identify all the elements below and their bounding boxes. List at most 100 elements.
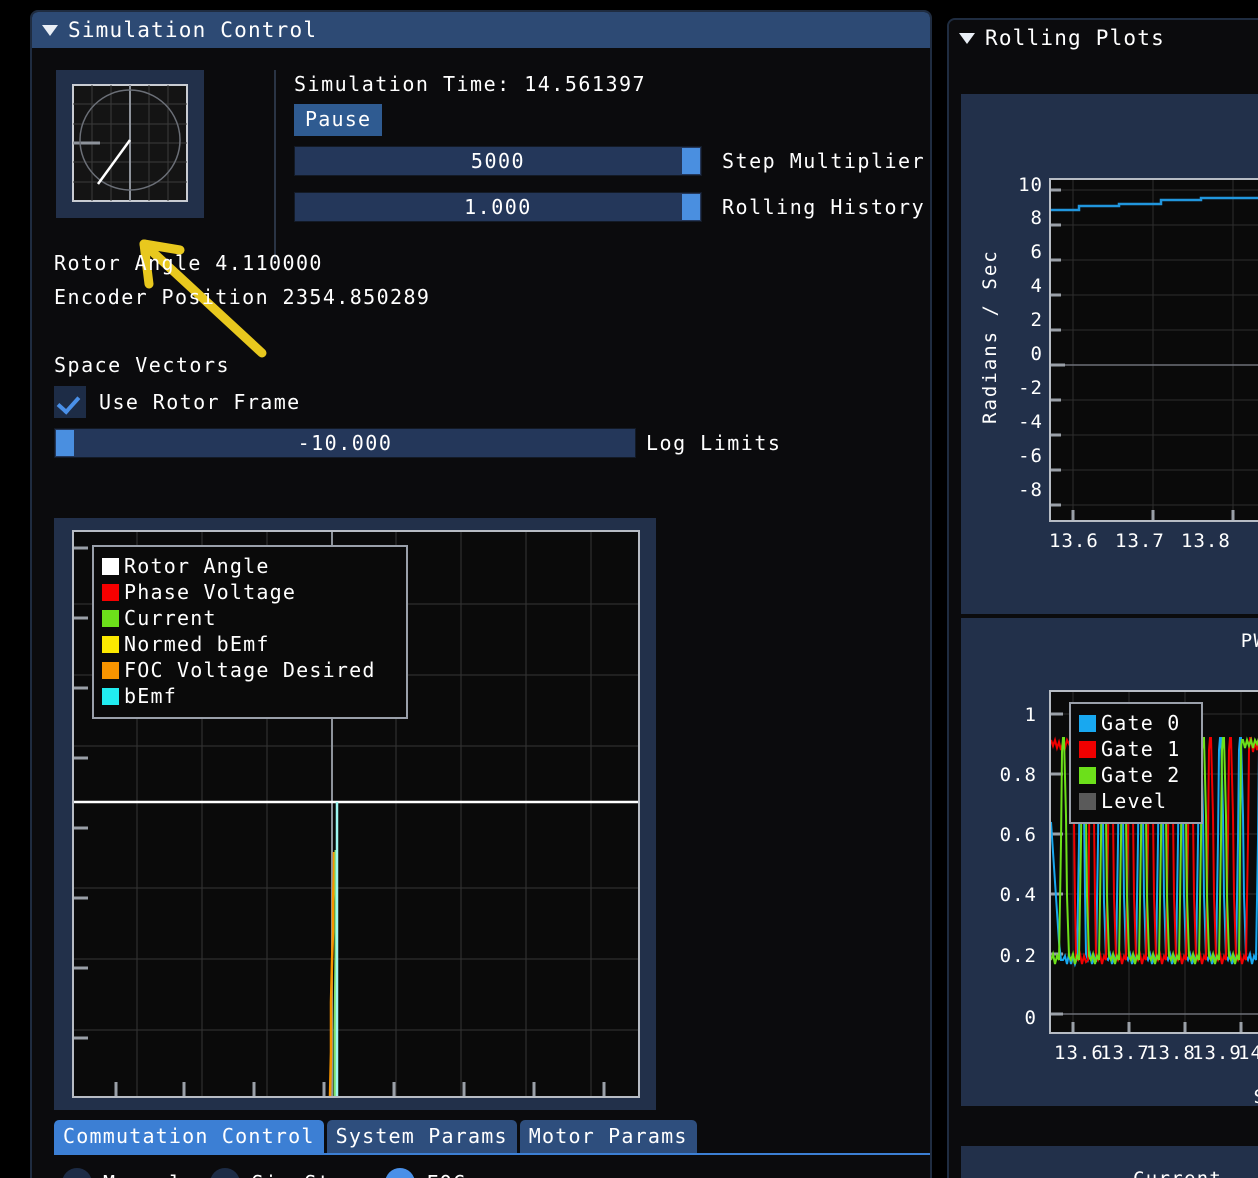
rolling-history-label: Rolling History: [722, 195, 926, 219]
radio-dot-manual[interactable]: [62, 1168, 92, 1178]
rolling-history-grip[interactable]: [682, 194, 700, 220]
speed-ytick: 6: [1030, 241, 1043, 263]
legend-swatch-gate-1: [1079, 740, 1096, 758]
legend-label-normed-bemf: Normed bEmf: [124, 632, 270, 656]
legend-item: Level: [1079, 788, 1191, 814]
pwm-ytick: 0.6: [999, 824, 1037, 846]
speed-ytick: -2: [1018, 377, 1043, 399]
legend-item: Rotor Angle: [102, 553, 396, 579]
pause-button[interactable]: Pause: [294, 104, 383, 136]
legend-label-current: Current: [124, 606, 217, 630]
legend-item: Gate 2: [1079, 762, 1191, 788]
speed-chart-plot[interactable]: [1049, 178, 1258, 522]
legend-label-level: Level: [1101, 789, 1168, 813]
speed-ytick: -8: [1018, 479, 1043, 501]
rolling-plots-body: Radians / Sec 10 8 6 4 2 0 -2 -4 -6 -8 1…: [949, 56, 1258, 1178]
simulation-control-body: Simulation Time: 14.561397 Pause 5000 St…: [32, 48, 930, 1178]
speed-chart-card: Radians / Sec 10 8 6 4 2 0 -2 -4 -6 -8 1…: [961, 94, 1258, 614]
legend-item: Gate 1: [1079, 736, 1191, 762]
legend-swatch-normed-bemf: [102, 635, 119, 653]
radio-manual[interactable]: Manual: [62, 1168, 182, 1178]
current-chart-card: Current: [961, 1146, 1258, 1178]
speed-ytick: -6: [1018, 445, 1043, 467]
speed-ytick: -4: [1018, 411, 1043, 433]
step-multiplier-label: Step Multiplier: [722, 149, 926, 173]
tab-motor-params[interactable]: Motor Params: [519, 1120, 697, 1153]
triangle-down-icon[interactable]: [959, 32, 975, 44]
radio-label-six-step: Six Step: [251, 1171, 357, 1178]
tabstrip-underline: [54, 1153, 930, 1155]
radio-label-manual: Manual: [103, 1171, 182, 1178]
pwm-ytick: 0.8: [999, 764, 1037, 786]
legend-label-foc-voltage-desired: FOC Voltage Desired: [124, 658, 376, 682]
step-multiplier-value: 5000: [470, 149, 526, 173]
pwm-legend: Gate 0 Gate 1 Gate 2 Level: [1069, 702, 1203, 824]
radio-dot-foc[interactable]: [385, 1168, 416, 1178]
simulation-control-window: Simulation Control Simulation Time: 14.5…: [30, 10, 932, 1178]
pwm-ytick: 0.4: [999, 884, 1037, 906]
radio-six-step[interactable]: Six Step: [210, 1168, 357, 1178]
encoder-position-readout: Encoder Position 2354.850289: [54, 285, 431, 309]
speed-xtick: 13.6: [1049, 530, 1099, 552]
yellow-arrow-annotation: [102, 198, 332, 358]
legend-swatch-rotor-angle: [102, 557, 119, 575]
step-multiplier-slider[interactable]: 5000: [294, 146, 702, 176]
rotor-angle-readout: Rotor Angle 4.110000: [54, 251, 323, 275]
legend-item: bEmf: [102, 683, 396, 709]
log-limits-value: -10.000: [297, 431, 393, 455]
legend-swatch-level: [1079, 792, 1096, 810]
speed-ytick: 10: [1018, 174, 1043, 196]
log-limits-slider[interactable]: -10.000: [54, 428, 636, 458]
legend-item: Current: [102, 605, 396, 631]
legend-swatch-phase-voltage: [102, 583, 119, 601]
legend-label-bemf: bEmf: [124, 684, 177, 708]
legend-swatch-gate-0: [1079, 714, 1096, 732]
rolling-plots-window: Rolling Plots Radians / Sec 10 8 6 4 2 0…: [947, 18, 1258, 1178]
legend-swatch-foc-voltage-desired: [102, 661, 119, 679]
legend-item: Normed bEmf: [102, 631, 396, 657]
tab-system-params[interactable]: System Params: [326, 1120, 517, 1153]
space-vectors-header: Space Vectors: [54, 353, 231, 377]
legend-swatch-current: [102, 609, 119, 627]
pwm-chart-card: PWM 1 0.8 0.6 0.4 0.2 0: [961, 618, 1258, 1108]
pwm-xtick: 13.9: [1192, 1042, 1242, 1064]
legend-item: Phase Voltage: [102, 579, 396, 605]
radio-foc[interactable]: FOC: [385, 1168, 466, 1178]
radio-dot-six-step[interactable]: [210, 1168, 241, 1178]
pwm-xtick: 13.7: [1100, 1042, 1150, 1064]
pwm-xtick: 13.8: [1146, 1042, 1196, 1064]
simulation-control-title: Simulation Control: [68, 18, 318, 42]
rolling-plots-title: Rolling Plots: [985, 26, 1165, 50]
legend-item: Gate 0: [1079, 710, 1191, 736]
speed-xtick: 13.8: [1181, 530, 1231, 552]
pwm-xaxis-label: Se: [1254, 1086, 1258, 1108]
rotor-angle-dial[interactable]: [56, 70, 204, 218]
use-rotor-frame-label: Use Rotor Frame: [99, 390, 301, 414]
rolling-history-value: 1.000: [464, 195, 532, 219]
legend-swatch-gate-2: [1079, 766, 1096, 784]
simulation-control-titlebar[interactable]: Simulation Control: [32, 12, 930, 48]
use-rotor-frame-checkbox[interactable]: [54, 386, 86, 418]
pwm-ytick: 1: [1024, 704, 1037, 726]
rolling-plots-titlebar[interactable]: Rolling Plots: [949, 20, 1258, 56]
legend-label-gate-1: Gate 1: [1101, 737, 1181, 761]
use-rotor-frame-row[interactable]: Use Rotor Frame: [54, 386, 301, 418]
tab-commutation-control[interactable]: Commutation Control: [54, 1120, 324, 1153]
current-chart-title: Current: [1133, 1168, 1222, 1178]
pwm-ytick: 0.2: [999, 945, 1037, 967]
space-vectors-plot-frame: Rotor Angle Phase Voltage Current Normed…: [54, 518, 656, 1110]
step-multiplier-grip[interactable]: [682, 148, 700, 174]
triangle-down-icon[interactable]: [42, 24, 58, 36]
speed-ytick: 2: [1030, 309, 1043, 331]
log-limits-grip[interactable]: [56, 430, 74, 456]
space-vectors-plot[interactable]: Rotor Angle Phase Voltage Current Normed…: [72, 530, 640, 1098]
speed-ytick: 0: [1030, 343, 1043, 365]
pwm-chart-plot[interactable]: Gate 0 Gate 1 Gate 2 Level: [1049, 690, 1258, 1034]
log-limits-label: Log Limits: [646, 431, 782, 455]
rolling-history-slider[interactable]: 1.000: [294, 192, 702, 222]
pwm-xtick: 14: [1238, 1042, 1258, 1064]
app-root: Simulation Control Simulation Time: 14.5…: [0, 0, 1258, 1178]
header-divider: [274, 70, 276, 260]
pwm-xtick: 13.6: [1054, 1042, 1104, 1064]
space-vectors-legend: Rotor Angle Phase Voltage Current Normed…: [92, 545, 408, 719]
